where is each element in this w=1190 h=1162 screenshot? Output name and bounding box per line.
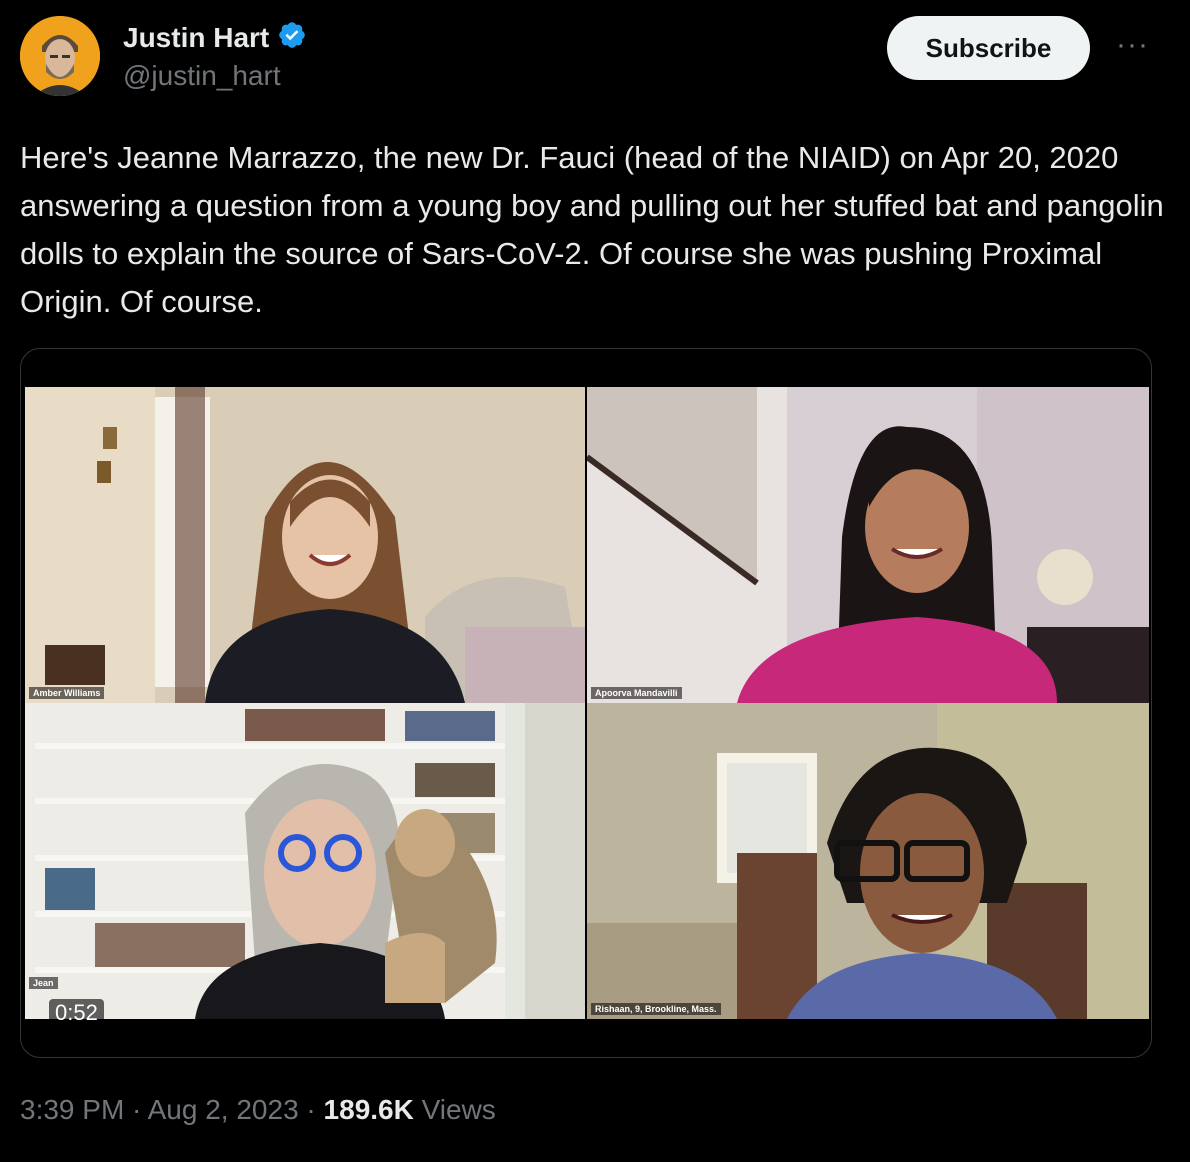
video-tile-bottom-left: Jean	[25, 703, 585, 1019]
views-label: Views	[413, 1094, 496, 1125]
author-name-row[interactable]: Justin Hart	[123, 20, 307, 55]
more-options-icon[interactable]: ···	[1116, 28, 1149, 62]
video-player[interactable]: Amber Williams Apoorva Mandavilli Jean R…	[25, 387, 1149, 1019]
author-handle[interactable]: @justin_hart	[123, 60, 281, 92]
tweet-meta: 3:39 PM · Aug 2, 2023 · 189.6K Views	[20, 1094, 496, 1126]
participant-name-label: Rishaan, 9, Brookline, Mass.	[591, 1003, 721, 1015]
participant-image	[587, 387, 1149, 703]
video-duration-badge: 0:52	[49, 999, 104, 1027]
views-count[interactable]: 189.6K	[324, 1094, 414, 1125]
avatar[interactable]	[20, 16, 100, 96]
video-tile-bottom-right: Rishaan, 9, Brookline, Mass.	[587, 703, 1149, 1019]
tweet-time[interactable]: 3:39 PM	[20, 1094, 124, 1125]
video-tile-top-right: Apoorva Mandavilli	[587, 387, 1149, 703]
participant-name-label: Amber Williams	[29, 687, 105, 699]
participant-image	[587, 703, 1149, 1019]
participant-image	[25, 703, 585, 1019]
meta-separator: ·	[124, 1094, 148, 1125]
avatar-face	[20, 16, 100, 96]
subscribe-button[interactable]: Subscribe	[887, 16, 1090, 80]
verified-badge-icon	[277, 20, 307, 55]
tweet-text: Here's Jeanne Marrazzo, the new Dr. Fauc…	[20, 140, 1164, 319]
participant-image	[25, 387, 585, 703]
participant-name-label: Jean	[29, 977, 58, 989]
video-tile-top-left: Amber Williams	[25, 387, 585, 703]
tweet-date[interactable]: Aug 2, 2023	[148, 1094, 299, 1125]
meta-separator: ·	[298, 1094, 324, 1125]
video-card[interactable]: Amber Williams Apoorva Mandavilli Jean R…	[20, 348, 1152, 1058]
author-name[interactable]: Justin Hart	[123, 22, 269, 54]
participant-name-label: Apoorva Mandavilli	[591, 687, 682, 699]
